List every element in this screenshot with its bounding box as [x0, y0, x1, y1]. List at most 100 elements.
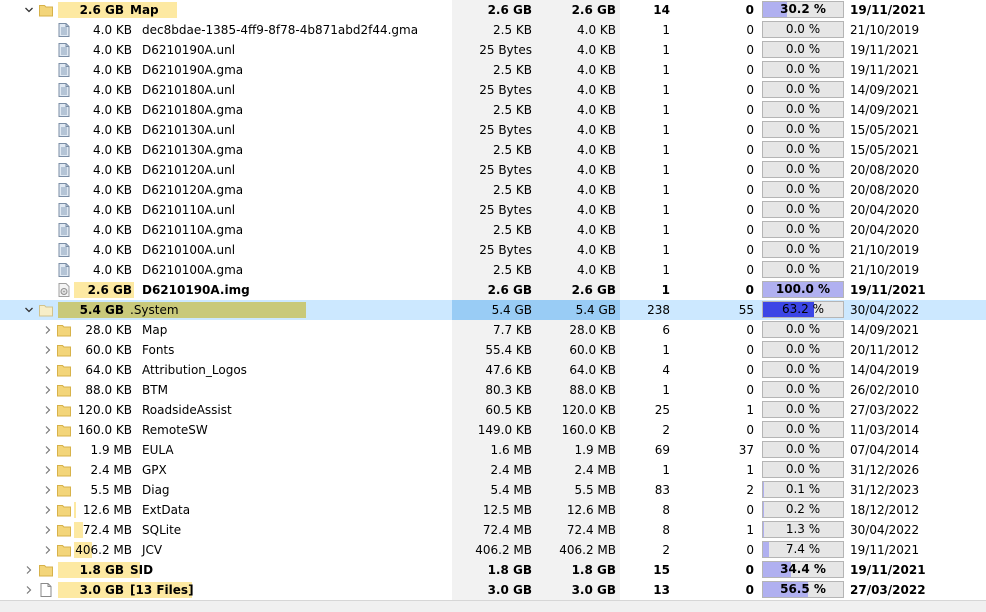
tree-row-extdata[interactable]: 12.6 MB ExtData 12.5 MB 12.6 MB 8 0 18/12/2012…	[0, 500, 986, 520]
percent-of-parent-bar: 100.0 %	[762, 281, 844, 298]
tree-item-name[interactable]: Diag	[142, 480, 170, 500]
expand-chevron-icon[interactable]	[42, 504, 54, 516]
tree-item-name[interactable]: EULA	[142, 440, 174, 460]
expand-chevron-icon[interactable]	[42, 544, 54, 556]
tree-item-name[interactable]: D6210130A.gma	[142, 140, 243, 160]
tree-row-map[interactable]: 28.0 KB Map 7.7 KB 28.0 KB 6 0 14/09/2021 0.0 %	[0, 320, 986, 340]
tree-row-d6210120a-unl[interactable]: 4.0 KB D6210120A.unl 25 Bytes 4.0 KB 1 0 20/08…	[0, 160, 986, 180]
tree-item-name[interactable]: [13 Files]	[130, 580, 194, 600]
expand-chevron-icon[interactable]	[42, 484, 54, 496]
tree-row-d6210130a-unl[interactable]: 4.0 KB D6210130A.unl 25 Bytes 4.0 KB 1 0 15/05…	[0, 120, 986, 140]
tree-row-d6210130a-gma[interactable]: 4.0 KB D6210130A.gma 2.5 KB 4.0 KB 1 0 15/05/2…	[0, 140, 986, 160]
expand-chevron-icon[interactable]	[42, 364, 54, 376]
collapse-chevron-icon[interactable]	[23, 304, 35, 316]
horizontal-scrollbar[interactable]	[0, 600, 986, 612]
tree-row-diag[interactable]: 5.5 MB Diag 5.4 MB 5.5 MB 83 2 31/12/2023 0.1 %	[0, 480, 986, 500]
expand-chevron-icon[interactable]	[42, 324, 54, 336]
expand-chevron-icon[interactable]	[42, 464, 54, 476]
tree-item-name[interactable]: D6210180A.gma	[142, 100, 243, 120]
percent-of-parent-bar: 0.0 %	[762, 81, 844, 98]
tree-size-label: 4.0 KB	[93, 123, 132, 137]
tree-row-system[interactable]: 5.4 GB .System 5.4 GB 5.4 GB 238 55 30/04/2022…	[0, 300, 986, 320]
tree-item-name[interactable]: RoadsideAssist	[142, 400, 232, 420]
tree-row-sid[interactable]: 1.8 GB SID 1.8 GB 1.8 GB 15 0 19/11/2021 34.4 %	[0, 560, 986, 580]
files-count-cell: 1	[662, 103, 670, 117]
tree-row-map[interactable]: 2.6 GB Map 2.6 GB 2.6 GB 14 0 19/11/2021 30.2 %	[0, 0, 986, 20]
tree-item-name[interactable]: BTM	[142, 380, 168, 400]
tree-item-name[interactable]: Map	[130, 0, 159, 20]
size-cell: 25 Bytes	[452, 120, 536, 140]
tree-row-sqlite[interactable]: 72.4 MB SQLite 72.4 MB 72.4 MB 8 1 30/04/2022 1…	[0, 520, 986, 540]
expand-chevron-icon[interactable]	[42, 444, 54, 456]
tree-row-d6210190a-gma[interactable]: 4.0 KB D6210190A.gma 2.5 KB 4.0 KB 1 0 19/11/2…	[0, 60, 986, 80]
tree-item-name[interactable]: D6210180A.unl	[142, 80, 235, 100]
files-count-cell: 1	[662, 43, 670, 57]
tree-item-name[interactable]: D6210100A.gma	[142, 260, 243, 280]
tree-row-jcv[interactable]: 406.2 MB JCV 406.2 MB 406.2 MB 2 0 19/11/2021 7…	[0, 540, 986, 560]
expand-chevron-icon[interactable]	[42, 424, 54, 436]
tree-row-dec8bdae-1385-4ff9-8f78-4b871abd2f44-gma[interactable]: 4.0 KB dec8bdae-1385-4ff9-8f78-4b871abd2f…	[0, 20, 986, 40]
allocated-cell: 12.6 MB	[536, 500, 620, 520]
tree-row-d6210100a-gma[interactable]: 4.0 KB D6210100A.gma 2.5 KB 4.0 KB 1 0 21/10/2…	[0, 260, 986, 280]
tree-item-name[interactable]: Attribution_Logos	[142, 360, 247, 380]
expand-chevron-icon[interactable]	[42, 404, 54, 416]
tree-row-attribution-logos[interactable]: 64.0 KB Attribution_Logos 47.6 KB 64.0 KB 4 0…	[0, 360, 986, 380]
tree-item-name[interactable]: RemoteSW	[142, 420, 208, 440]
tree-row-fonts[interactable]: 60.0 KB Fonts 55.4 KB 60.0 KB 1 0 20/11/2012 0.…	[0, 340, 986, 360]
tree-row-gpx[interactable]: 2.4 MB GPX 2.4 MB 2.4 MB 1 1 31/12/2026 0.0 %	[0, 460, 986, 480]
tree-item-name[interactable]: D6210130A.unl	[142, 120, 235, 140]
tree-row-13-files[interactable]: 3.0 GB [13 Files] 3.0 GB 3.0 GB 13 0 27/03/202…	[0, 580, 986, 600]
tree-item-name[interactable]: ExtData	[142, 500, 190, 520]
percent-label: 0.0 %	[785, 422, 821, 436]
percent-of-parent-bar: 0.0 %	[762, 181, 844, 198]
tree-size-label: 4.0 KB	[93, 183, 132, 197]
allocated-cell: 72.4 MB	[536, 520, 620, 540]
tree-item-name[interactable]: D6210190A.gma	[142, 60, 243, 80]
tree-row-d6210190a-unl[interactable]: 4.0 KB D6210190A.unl 25 Bytes 4.0 KB 1 0 19/11…	[0, 40, 986, 60]
percent-label: 0.0 %	[785, 162, 821, 176]
tree-row-d6210180a-unl[interactable]: 4.0 KB D6210180A.unl 25 Bytes 4.0 KB 1 0 14/09…	[0, 80, 986, 100]
tree-item-name[interactable]: Fonts	[142, 340, 174, 360]
tree-item-name[interactable]: SID	[130, 560, 153, 580]
tree-item-name[interactable]: D6210120A.unl	[142, 160, 235, 180]
tree-item-name[interactable]: D6210110A.unl	[142, 200, 235, 220]
tree-item-name[interactable]: JCV	[142, 540, 162, 560]
tree-item-name[interactable]: dec8bdae-1385-4ff9-8f78-4b871abd2f44.gma	[142, 20, 418, 40]
tree-item-name[interactable]: D6210190A.unl	[142, 40, 235, 60]
size-cell: 149.0 KB	[452, 420, 536, 440]
folders-count-cell: 0	[746, 43, 754, 57]
expand-chevron-icon[interactable]	[23, 584, 35, 596]
allocated-cell: 4.0 KB	[536, 120, 620, 140]
tree-row-d6210120a-gma[interactable]: 4.0 KB D6210120A.gma 2.5 KB 4.0 KB 1 0 20/08/2…	[0, 180, 986, 200]
percent-of-parent-bar: 56.5 %	[762, 581, 844, 598]
tree-item-name[interactable]: GPX	[142, 460, 167, 480]
tree-row-btm[interactable]: 88.0 KB BTM 80.3 KB 88.0 KB 1 0 26/02/2010 0.0 …	[0, 380, 986, 400]
folders-count-cell: 0	[746, 203, 754, 217]
tree-size-label: 160.0 KB	[77, 423, 132, 437]
tree-row-d6210100a-unl[interactable]: 4.0 KB D6210100A.unl 25 Bytes 4.0 KB 1 0 21/10…	[0, 240, 986, 260]
tree-row-d6210110a-unl[interactable]: 4.0 KB D6210110A.unl 25 Bytes 4.0 KB 1 0 20/04…	[0, 200, 986, 220]
tree-row-d6210110a-gma[interactable]: 4.0 KB D6210110A.gma 2.5 KB 4.0 KB 1 0 20/04/2…	[0, 220, 986, 240]
tree-item-name[interactable]: D6210100A.unl	[142, 240, 235, 260]
tree-row-d6210190a-img[interactable]: 2.6 GB D6210190A.img 2.6 GB 2.6 GB 1 0 19/11/2…	[0, 280, 986, 300]
percent-label: 100.0 %	[775, 282, 831, 296]
percent-of-parent-bar: 1.3 %	[762, 521, 844, 538]
tree-item-name[interactable]: SQLite	[142, 520, 181, 540]
tree-row-eula[interactable]: 1.9 MB EULA 1.6 MB 1.9 MB 69 37 07/04/2014 0.0 …	[0, 440, 986, 460]
expand-chevron-icon[interactable]	[42, 384, 54, 396]
folders-count-cell: 1	[746, 403, 754, 417]
tree-item-name[interactable]: D6210190A.img	[142, 280, 250, 300]
files-count-cell: 238	[647, 303, 670, 317]
tree-row-roadsideassist[interactable]: 120.0 KB RoadsideAssist 60.5 KB 120.0 KB 25 1…	[0, 400, 986, 420]
collapse-chevron-icon[interactable]	[23, 4, 35, 16]
last-modified-cell: 20/04/2020	[850, 223, 920, 237]
tree-item-name[interactable]: Map	[142, 320, 167, 340]
expand-chevron-icon[interactable]	[23, 564, 35, 576]
tree-item-name[interactable]: .System	[130, 300, 179, 320]
tree-row-remotesw[interactable]: 160.0 KB RemoteSW 149.0 KB 160.0 KB 2 0 11/03/…	[0, 420, 986, 440]
expand-chevron-icon[interactable]	[42, 344, 54, 356]
tree-item-name[interactable]: D6210120A.gma	[142, 180, 243, 200]
tree-item-name[interactable]: D6210110A.gma	[142, 220, 243, 240]
tree-row-d6210180a-gma[interactable]: 4.0 KB D6210180A.gma 2.5 KB 4.0 KB 1 0 14/09/2…	[0, 100, 986, 120]
expand-chevron-icon[interactable]	[42, 524, 54, 536]
